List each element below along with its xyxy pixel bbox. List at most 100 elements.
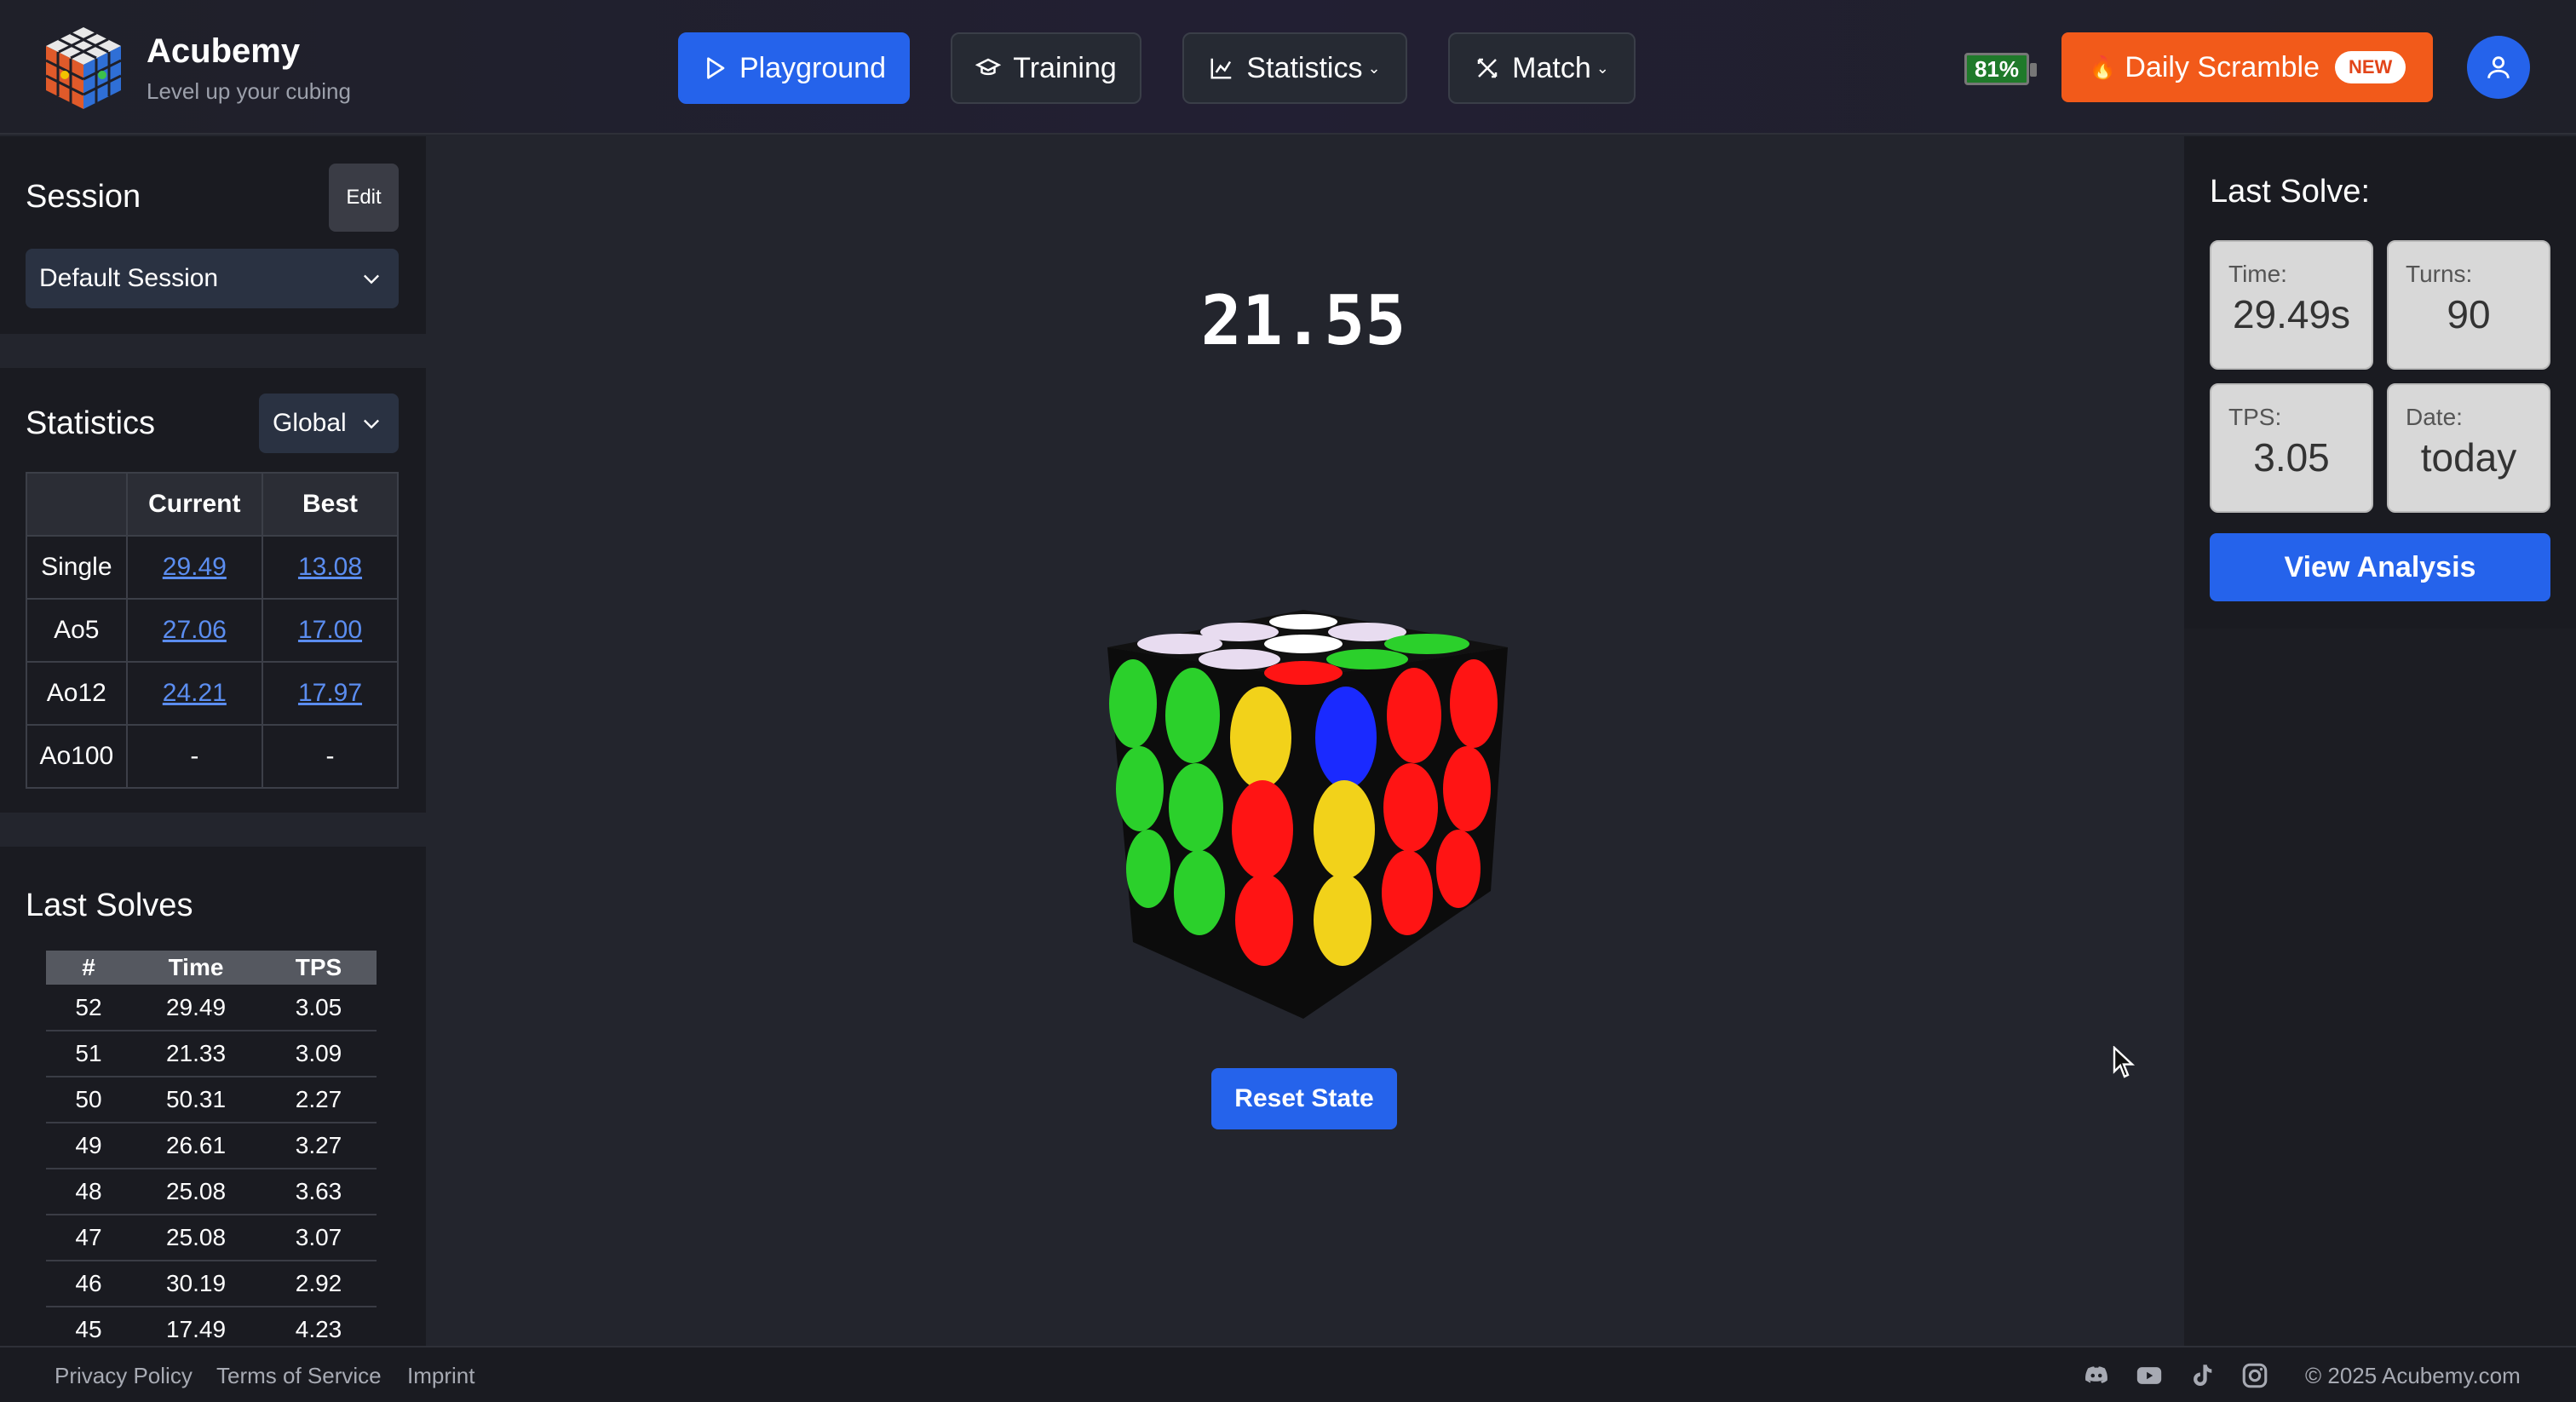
tiktok-icon[interactable] — [2188, 1361, 2217, 1390]
swords-icon — [1477, 58, 1498, 78]
chevron-down-icon: ⌄ — [1596, 59, 1609, 77]
daily-scramble-label: Daily Scramble — [2125, 50, 2320, 83]
solve-tps: 3.07 — [261, 1215, 377, 1261]
session-panel: Session Edit Default Session — [0, 136, 426, 334]
solve-tps: 3.27 — [261, 1123, 377, 1169]
turns-label: Turns: — [2406, 261, 2473, 287]
daily-scramble-button[interactable]: 🔥 Daily Scramble NEW — [2061, 32, 2433, 102]
row-label: Single — [26, 535, 128, 600]
table-row[interactable]: 47 25.08 3.07 — [46, 1215, 377, 1261]
privacy-policy-link[interactable]: Privacy Policy — [55, 1363, 193, 1389]
last-solve-title: Last Solve: — [2210, 174, 2370, 210]
table-row[interactable]: 49 26.61 3.27 — [46, 1123, 377, 1169]
youtube-icon[interactable] — [2135, 1361, 2164, 1390]
current-ao5-link[interactable]: 27.06 — [125, 598, 264, 663]
solve-time: 25.08 — [131, 1215, 261, 1261]
brand-tagline: Level up your cubing — [147, 78, 351, 104]
table-row[interactable]: 52 29.49 3.05 — [46, 985, 377, 1031]
rubiks-cube-3d[interactable] — [1099, 610, 1508, 1027]
current-ao100-value: - — [125, 724, 264, 789]
current-single-link[interactable]: 29.49 — [125, 535, 264, 600]
user-icon — [2487, 56, 2510, 78]
last-solves-table: # Time TPS 52 29.49 3.05 51 21.33 3.09 50 50.… — [46, 951, 377, 1346]
nav-training-button[interactable]: Training — [951, 32, 1141, 104]
discord-icon[interactable] — [2082, 1361, 2111, 1390]
solve-number: 52 — [46, 985, 131, 1031]
solve-time: 25.08 — [131, 1169, 261, 1215]
best-ao100-value: - — [262, 724, 399, 789]
solve-tps: 3.63 — [261, 1169, 377, 1215]
column-header: TPS — [261, 951, 377, 985]
table-row: Single 29.49 13.08 — [26, 535, 399, 600]
terms-of-service-link[interactable]: Terms of Service — [216, 1363, 382, 1389]
session-edit-button[interactable]: Edit — [329, 164, 399, 232]
chart-icon — [1210, 58, 1232, 79]
view-analysis-button[interactable]: View Analysis — [2210, 533, 2550, 601]
statistics-scope-select[interactable]: Global — [259, 394, 399, 453]
table-row[interactable]: 50 50.31 2.27 — [46, 1077, 377, 1123]
imprint-link[interactable]: Imprint — [407, 1363, 474, 1389]
row-label: Ao100 — [26, 724, 128, 789]
table-row[interactable]: 48 25.08 3.63 — [46, 1169, 377, 1215]
battery-indicator: 81% — [1964, 53, 2037, 85]
nav-statistics-button[interactable]: Statistics ⌄ — [1182, 32, 1407, 104]
logo-cube-icon[interactable] — [41, 24, 126, 112]
row-label: Ao5 — [26, 598, 128, 663]
solve-time: 30.19 — [131, 1261, 261, 1307]
top-navbar: Acubemy Level up your cubing Playground … — [0, 0, 2576, 135]
turns-card: Turns: 90 — [2387, 240, 2550, 370]
solve-number: 49 — [46, 1123, 131, 1169]
graduation-cap-icon — [975, 58, 1002, 76]
tps-value: 3.05 — [2253, 435, 2330, 480]
table-row[interactable]: 51 21.33 3.09 — [46, 1031, 377, 1077]
time-card: Time: 29.49s — [2210, 240, 2373, 370]
best-ao5-link[interactable]: 17.00 — [262, 598, 399, 663]
right-panel-background — [2184, 629, 2576, 1346]
last-solves-title: Last Solves — [26, 888, 193, 923]
session-title: Session — [26, 179, 141, 215]
tps-label: TPS: — [2228, 404, 2282, 430]
table-row[interactable]: 45 17.49 4.23 — [46, 1307, 377, 1346]
current-ao12-link[interactable]: 24.21 — [125, 661, 264, 726]
solve-tps: 3.09 — [261, 1031, 377, 1077]
play-icon — [707, 57, 725, 79]
nav-training-label: Training — [1013, 51, 1117, 84]
nav-playground-label: Playground — [739, 51, 886, 84]
table-row: Ao12 24.21 17.97 — [26, 661, 399, 726]
last-solves-panel: Last Solves # Time TPS 52 29.49 3.05 51 21.… — [0, 847, 426, 1346]
nav-match-button[interactable]: Match ⌄ — [1448, 32, 1636, 104]
statistics-title: Statistics — [26, 405, 156, 441]
column-header: Current — [125, 472, 264, 537]
statistics-scope-value: Global — [273, 409, 347, 437]
session-select[interactable]: Default Session — [26, 249, 399, 308]
table-row[interactable]: 46 30.19 2.92 — [46, 1261, 377, 1307]
column-header: # — [46, 951, 131, 985]
footer: Privacy Policy Terms of Service Imprint … — [0, 1346, 2576, 1402]
solve-tps: 2.27 — [261, 1077, 377, 1123]
mouse-cursor-icon — [2113, 1046, 2136, 1078]
column-header: Time — [131, 951, 261, 985]
statistics-panel: Statistics Global Current Best Single 29… — [0, 368, 426, 813]
nav-playground-button[interactable]: Playground — [678, 32, 910, 104]
user-menu-button[interactable] — [2467, 36, 2530, 99]
chevron-down-icon: ⌄ — [1367, 59, 1381, 77]
solve-number: 48 — [46, 1169, 131, 1215]
reset-state-button[interactable]: Reset State — [1211, 1068, 1397, 1129]
chevron-down-icon — [364, 419, 379, 429]
brand-name[interactable]: Acubemy — [147, 32, 300, 71]
best-ao12-link[interactable]: 17.97 — [262, 661, 399, 726]
new-badge: NEW — [2335, 51, 2406, 83]
best-single-link[interactable]: 13.08 — [262, 535, 399, 600]
fire-icon: 🔥 — [2089, 54, 2117, 80]
table-row: Ao100 - - — [26, 724, 399, 789]
solve-time: 26.61 — [131, 1123, 261, 1169]
chevron-down-icon — [364, 274, 379, 284]
nav-match-label: Match — [1512, 51, 1591, 84]
solve-number: 51 — [46, 1031, 131, 1077]
session-select-value: Default Session — [39, 264, 219, 292]
column-header: Best — [262, 472, 399, 537]
instagram-icon[interactable] — [2240, 1361, 2269, 1390]
copyright-text: © 2025 Acubemy.com — [2305, 1363, 2521, 1388]
solve-number: 47 — [46, 1215, 131, 1261]
solve-time: 29.49 — [131, 985, 261, 1031]
